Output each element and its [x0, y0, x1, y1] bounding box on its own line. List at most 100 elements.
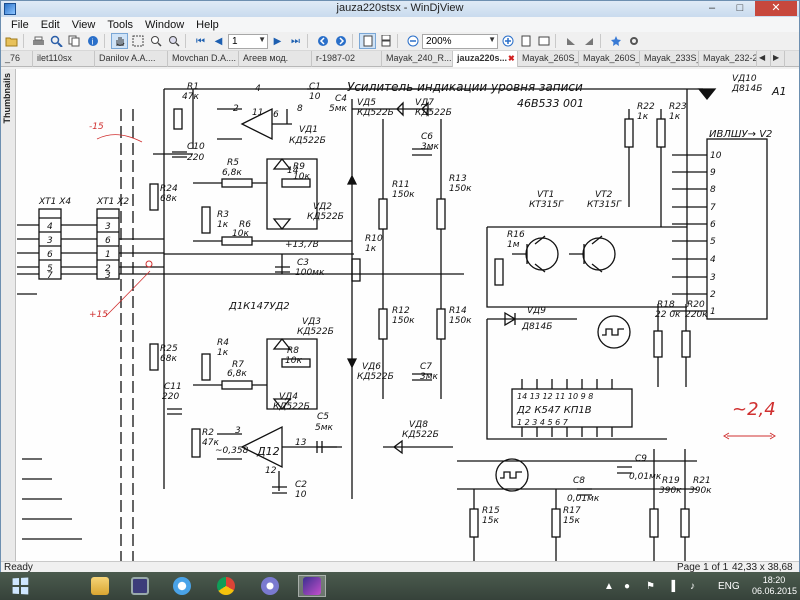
label-vd7: VД7	[415, 98, 434, 108]
menu-help[interactable]: Help	[190, 19, 225, 31]
taskbar-app-weather[interactable]	[168, 575, 196, 597]
label-r25-value: 68к	[160, 354, 177, 364]
volume-icon[interactable]: ♪	[690, 581, 695, 592]
tray-chevron-icon[interactable]: ▲	[604, 581, 614, 592]
tray-flag-icon[interactable]: ⚑	[646, 581, 655, 592]
thumbnails-panel[interactable]: Thumbnails	[1, 69, 16, 561]
pin-4: 4	[255, 84, 261, 94]
label-vd1-type: КД522Б	[289, 136, 326, 146]
hand-tool-icon[interactable]	[111, 33, 128, 49]
menu-tools[interactable]: Tools	[101, 19, 139, 31]
magnify-icon[interactable]	[165, 33, 182, 49]
network-icon[interactable]: ▐	[668, 581, 675, 592]
menu-view[interactable]: View	[66, 19, 102, 31]
label-c3: C3	[297, 258, 309, 268]
zoom-in-icon[interactable]	[499, 33, 516, 49]
copy-icon[interactable]	[66, 33, 83, 49]
page-number-select[interactable]: 1 ▼	[228, 33, 268, 49]
document-area: Thumbnails Усилитель индикации уровня за…	[1, 69, 799, 561]
rotate-right-icon[interactable]	[580, 33, 597, 49]
menu-window[interactable]: Window	[139, 19, 190, 31]
minimize-button[interactable]: –	[699, 1, 725, 16]
continuous-icon[interactable]	[377, 33, 394, 49]
tab-document[interactable]: Danilov A.A....	[95, 51, 168, 67]
tab-document[interactable]: Агеев мод.	[239, 51, 312, 67]
label-vd7-type: КД522Б	[415, 108, 452, 118]
toolbar: i ⏮ ◀ 1 ▼ ▶ ⏭ 200% ▼	[1, 32, 799, 51]
single-page-icon[interactable]	[359, 33, 376, 49]
settings-icon[interactable]	[625, 33, 642, 49]
taskbar-chrome[interactable]	[212, 575, 240, 597]
connector-pin: 7	[47, 271, 53, 281]
menu-file[interactable]: File	[5, 19, 35, 31]
prev-page-icon[interactable]: ◀	[210, 33, 227, 49]
menu-edit[interactable]: Edit	[35, 19, 66, 31]
tab-document[interactable]: Mayak_232-2...	[699, 51, 757, 67]
tab-scroll-left-icon[interactable]: ◀	[757, 51, 771, 67]
a1-pin: 4	[710, 255, 716, 265]
label-vd9-type: Д814Б	[521, 322, 552, 332]
fit-page-icon[interactable]	[517, 33, 534, 49]
info-icon[interactable]: i	[84, 33, 101, 49]
tab-active-document[interactable]: jauza220s...✖	[453, 51, 518, 67]
back-icon[interactable]	[314, 33, 331, 49]
find-icon[interactable]	[48, 33, 65, 49]
label-c8: C8	[573, 476, 585, 486]
bookmark-icon[interactable]	[607, 33, 624, 49]
tab-document[interactable]: Mayak_260S_...	[518, 51, 579, 67]
zoom-select[interactable]: 200% ▼	[422, 33, 498, 49]
next-page-icon[interactable]: ▶	[269, 33, 286, 49]
app-window: jauza220stsx - WinDjView – □ ✕ File Edit…	[0, 0, 800, 584]
forward-icon[interactable]	[332, 33, 349, 49]
tab-document[interactable]: ilet110sx	[33, 51, 95, 67]
tab-document[interactable]: Movchan D.A....	[168, 51, 239, 67]
label-r13-value: 150к	[449, 184, 472, 194]
close-button[interactable]: ✕	[755, 1, 797, 16]
select-tool-icon[interactable]	[129, 33, 146, 49]
taskbar-windjview[interactable]	[298, 575, 326, 597]
tab-document[interactable]: Mayak_260S_...	[579, 51, 640, 67]
a1-pin: 5	[710, 237, 716, 247]
document-view[interactable]: Усилитель индикации уровня записи 46B533…	[17, 69, 799, 561]
last-page-icon[interactable]: ⏭	[287, 33, 304, 49]
label-r20: R20	[687, 300, 705, 310]
label-r15: R15	[482, 506, 500, 516]
zoom-out-icon[interactable]	[404, 33, 421, 49]
tab-document[interactable]: r-1987-02	[312, 51, 382, 67]
a1-pin: 3	[710, 273, 716, 283]
label-c8-value: 0,01мк	[567, 494, 600, 504]
windows-logo-icon	[12, 577, 29, 595]
rotate-left-icon[interactable]	[562, 33, 579, 49]
print-icon[interactable]	[30, 33, 47, 49]
label-vd10: VД10	[732, 74, 757, 84]
label-c7: C7	[420, 362, 432, 372]
connector-pin: 6	[105, 236, 111, 246]
start-button[interactable]	[6, 575, 34, 597]
tab-document[interactable]: _76	[1, 51, 33, 67]
open-icon[interactable]	[3, 33, 20, 49]
taskbar-app-torrent[interactable]	[256, 575, 284, 597]
a1-pin: 7	[710, 203, 716, 213]
a1-pin: 9	[710, 168, 716, 178]
language-indicator[interactable]: ENG	[718, 581, 740, 592]
tab-document[interactable]: Mayak_233S_...	[640, 51, 699, 67]
label-vd6-type: КД522Б	[357, 372, 394, 382]
clock[interactable]: 18:20 06.06.2015	[752, 575, 797, 597]
tab-scroll-right-icon[interactable]: ▶	[771, 51, 785, 67]
taskbar-app-save[interactable]	[126, 575, 154, 597]
tab-document[interactable]: Mayak_240_R...	[382, 51, 453, 67]
tray-app-icon[interactable]: ●	[624, 581, 630, 592]
zoom-rect-icon[interactable]	[147, 33, 164, 49]
swirl-icon	[261, 577, 279, 595]
label-c5-value: 5мк	[315, 423, 334, 433]
label-r22: R22	[637, 102, 655, 112]
first-page-icon[interactable]: ⏮	[192, 33, 209, 49]
disk-icon	[131, 577, 149, 595]
maximize-button[interactable]: □	[727, 1, 753, 16]
window-title: jauza220stsx - WinDjView	[336, 2, 464, 14]
label-c6: C6	[421, 132, 433, 142]
taskbar-explorer[interactable]	[86, 575, 114, 597]
fit-width-icon[interactable]	[535, 33, 552, 49]
tab-close-icon[interactable]: ✖	[508, 54, 515, 63]
label-r16-value: 1м	[507, 240, 520, 250]
